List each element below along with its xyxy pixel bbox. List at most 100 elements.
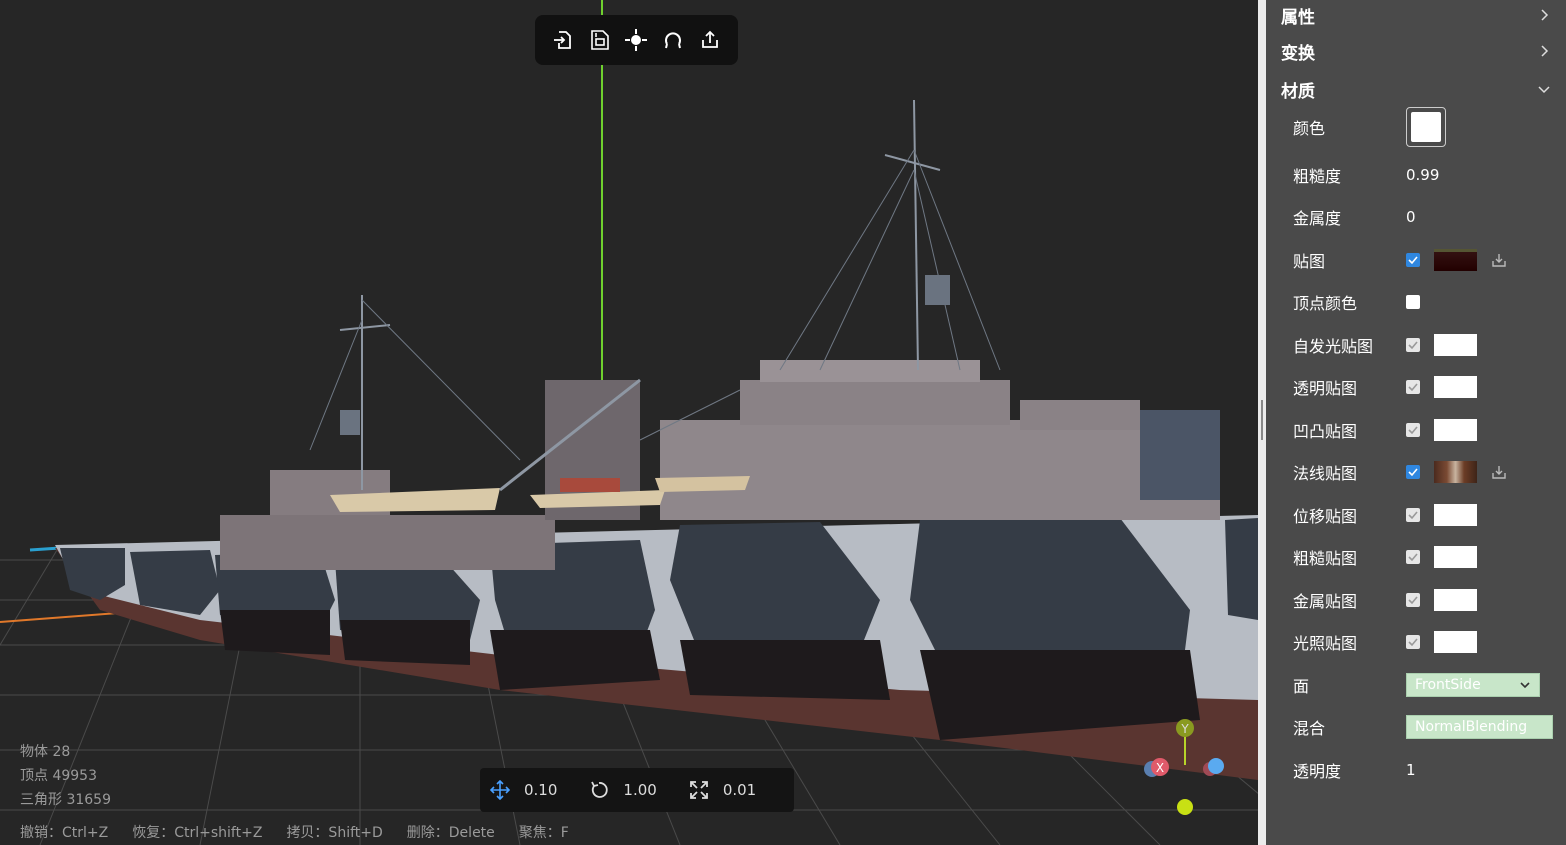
- normal-map-row: 法线贴图: [1293, 457, 1558, 487]
- blending-select[interactable]: NormalBlending: [1406, 715, 1553, 739]
- roughness-map-checkbox[interactable]: [1406, 550, 1420, 564]
- metalness-map-texture-slot[interactable]: [1434, 589, 1477, 611]
- opacity-label: 透明度: [1293, 762, 1342, 781]
- opacity-input[interactable]: 1: [1406, 761, 1416, 779]
- panel-splitter[interactable]: [1258, 0, 1266, 845]
- metalness-map-row: 金属贴图: [1293, 585, 1558, 615]
- gizmo-y-label: Y: [1180, 722, 1189, 736]
- light-map-texture-slot[interactable]: [1434, 631, 1477, 653]
- emissive-map-checkbox[interactable]: [1406, 338, 1420, 352]
- splitter-grip[interactable]: [1261, 400, 1263, 440]
- roughness-input[interactable]: 0.99: [1406, 166, 1439, 184]
- import-zip-icon: [591, 30, 609, 50]
- normal-map-checkbox[interactable]: [1406, 465, 1420, 479]
- side-row: 面 FrontSide: [1293, 670, 1558, 700]
- import-button[interactable]: [550, 27, 576, 53]
- roughness-map-texture-slot[interactable]: [1434, 546, 1477, 568]
- vertex-colors-row: 顶点颜色: [1293, 287, 1558, 317]
- alpha-map-label: 透明贴图: [1293, 379, 1358, 398]
- normal-map-texture-slot[interactable]: [1434, 461, 1477, 483]
- shortcut-redo: 恢复：Ctrl+shift+Z: [132, 825, 263, 841]
- opacity-row: 透明度 1: [1293, 755, 1558, 785]
- check-icon: [1408, 256, 1418, 265]
- color-label: 颜色: [1293, 119, 1326, 138]
- metalness-map-label: 金属贴图: [1293, 592, 1358, 611]
- metalness-map-checkbox[interactable]: [1406, 593, 1420, 607]
- focus-icon: [625, 29, 648, 51]
- vertex-colors-checkbox[interactable]: [1406, 295, 1420, 309]
- displacement-map-checkbox[interactable]: [1406, 508, 1420, 522]
- roughness-map-row: 粗糙贴图: [1293, 542, 1558, 572]
- displacement-map-label: 位移贴图: [1293, 507, 1358, 526]
- download-icon[interactable]: [1491, 252, 1507, 268]
- chevron-down-icon: [1520, 682, 1530, 689]
- blending-row: 混合 NormalBlending: [1293, 712, 1558, 742]
- section-material-title: 材质: [1281, 81, 1315, 102]
- shortcut-copy: 拷贝：Shift+D: [286, 825, 383, 841]
- bump-map-checkbox[interactable]: [1406, 423, 1420, 437]
- displacement-map-row: 位移贴图: [1293, 500, 1558, 530]
- light-map-row: 光照贴图: [1293, 627, 1558, 657]
- side-label: 面: [1293, 677, 1310, 696]
- material-color-row: 颜色: [1293, 107, 1558, 147]
- reset-icon: [665, 32, 682, 49]
- side-select-value: FrontSide: [1415, 677, 1481, 693]
- map-texture-slot[interactable]: [1434, 249, 1477, 271]
- section-properties-title: 属性: [1281, 7, 1315, 28]
- check-icon: [1408, 426, 1418, 435]
- alpha-map-texture-slot[interactable]: [1434, 376, 1477, 398]
- export-icon: [701, 30, 718, 48]
- rotate-icon: [591, 781, 609, 798]
- object-count: 物体 28: [20, 744, 71, 760]
- export-button[interactable]: [697, 27, 723, 53]
- alpha-map-checkbox[interactable]: [1406, 380, 1420, 394]
- orientation-gizmo[interactable]: Y X: [1140, 715, 1230, 820]
- vertex-colors-label: 顶点颜色: [1293, 294, 1358, 313]
- check-icon: [1408, 638, 1418, 647]
- metalness-label: 金属度: [1293, 209, 1342, 228]
- displacement-map-texture-slot[interactable]: [1434, 504, 1477, 526]
- bump-map-row: 凹凸贴图: [1293, 415, 1558, 445]
- section-transform[interactable]: 变换: [1281, 36, 1551, 66]
- check-icon: [1408, 511, 1418, 520]
- side-select[interactable]: FrontSide: [1406, 673, 1540, 697]
- check-icon: [1408, 596, 1418, 605]
- shortcut-hints: 撤销：Ctrl+Z 恢复：Ctrl+shift+Z 拷贝：Shift+D 删除：…: [20, 822, 569, 842]
- triangle-count: 三角形 31659: [20, 792, 111, 808]
- color-picker[interactable]: [1406, 107, 1446, 147]
- download-icon[interactable]: [1491, 464, 1507, 480]
- check-icon: [1408, 468, 1418, 477]
- inspector-panel: 属性 变换 材质 颜色 粗糙度 0.99 金属度 0 贴图 顶点颜色 自发光贴图…: [1266, 0, 1566, 845]
- section-material[interactable]: 材质: [1281, 74, 1551, 104]
- shortcut-undo: 撤销：Ctrl+Z: [20, 825, 109, 841]
- focus-button[interactable]: [623, 27, 649, 53]
- map-checkbox[interactable]: [1406, 253, 1420, 267]
- ship-model[interactable]: [55, 99, 1258, 780]
- check-icon: [1408, 553, 1418, 562]
- emissive-map-texture-slot[interactable]: [1434, 334, 1477, 356]
- check-icon: [1408, 341, 1418, 350]
- translate-snap[interactable]: 0.10: [490, 780, 557, 800]
- rotate-snap-value[interactable]: 1.00: [623, 781, 656, 799]
- gizmo-x-label: X: [1156, 761, 1164, 775]
- rotate-snap[interactable]: 1.00: [589, 780, 657, 800]
- bump-map-texture-slot[interactable]: [1434, 419, 1477, 441]
- metalness-input[interactable]: 0: [1406, 208, 1416, 226]
- translate-snap-value[interactable]: 0.10: [524, 781, 557, 799]
- map-label: 贴图: [1293, 252, 1326, 271]
- shortcut-delete: 删除：Delete: [406, 825, 495, 841]
- 3d-viewport[interactable]: Y X 物体 28 顶点 49953 三角形 31659 0.10 1.00 0…: [0, 0, 1258, 845]
- scene-stats: 物体 28 顶点 49953 三角形 31659: [20, 740, 111, 812]
- gizmo-neg-y-axis[interactable]: [1177, 799, 1193, 815]
- scale-snap[interactable]: 0.01: [689, 780, 756, 800]
- gizmo-z-axis[interactable]: [1208, 758, 1224, 774]
- scene-canvas[interactable]: [0, 0, 1258, 845]
- light-map-checkbox[interactable]: [1406, 635, 1420, 649]
- map-row: 贴图: [1293, 245, 1558, 275]
- reset-button[interactable]: [660, 27, 686, 53]
- import-zip-button[interactable]: [587, 27, 613, 53]
- move-icon: [490, 780, 510, 800]
- section-properties[interactable]: 属性: [1281, 0, 1551, 30]
- scale-snap-value[interactable]: 0.01: [723, 781, 756, 799]
- import-icon: [554, 31, 572, 49]
